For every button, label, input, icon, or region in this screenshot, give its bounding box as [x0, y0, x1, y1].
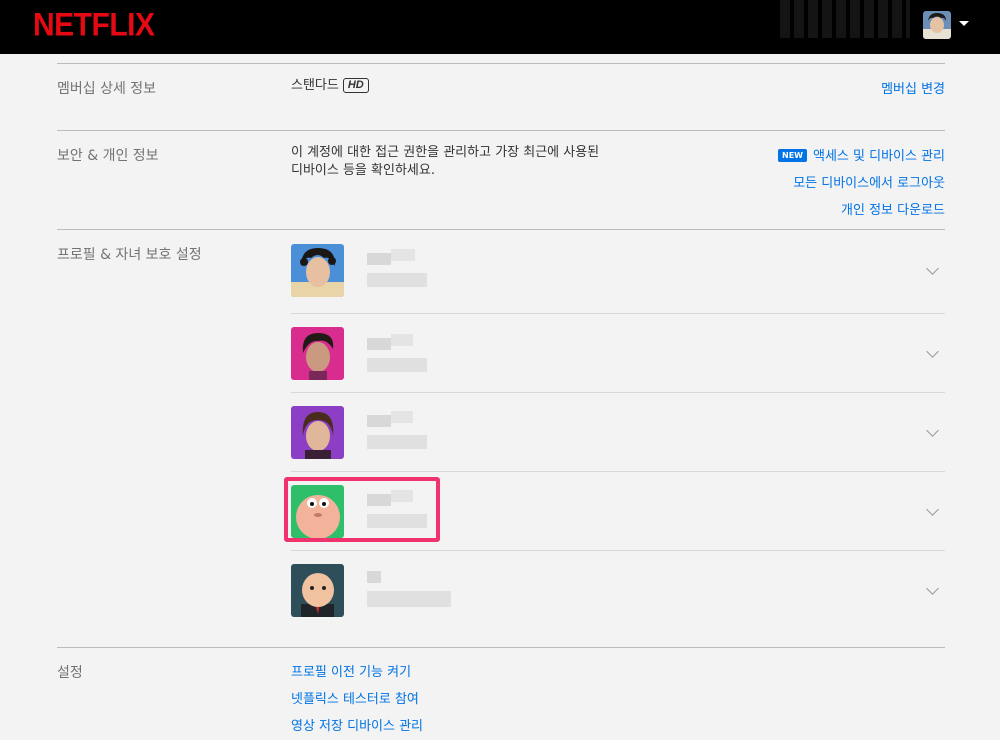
profile-row[interactable] — [291, 318, 945, 397]
security-section-title: 보안 & 개인 정보 — [57, 148, 159, 164]
netflix-logo[interactable]: NETFLIX — [33, 8, 155, 45]
download-devices-link[interactable]: 영상 저장 디바이스 관리 — [291, 715, 423, 734]
security-description-line2: 디바이스 등을 확인하세요. — [291, 163, 435, 178]
profile-row[interactable] — [291, 235, 945, 314]
blurred-header-text — [780, 0, 910, 38]
caret-down-icon[interactable] — [959, 21, 969, 26]
test-participation-link[interactable]: 넷플릭스 테스터로 참여 — [291, 688, 419, 707]
membership-section-title: 멤버십 상세 정보 — [57, 81, 157, 97]
manage-access-devices-label: 액세스 및 디바이스 관리 — [813, 149, 945, 164]
divider — [57, 63, 945, 64]
divider — [57, 647, 945, 648]
chevron-down-icon[interactable] — [926, 503, 939, 516]
blurred-profile-name — [357, 324, 467, 390]
profile-divider — [291, 471, 945, 472]
security-description-line1: 이 계정에 대한 접근 권한을 관리하고 가장 최근에 사용된 — [291, 145, 600, 160]
divider — [57, 229, 945, 230]
boss-baby-avatar — [291, 564, 344, 617]
chevron-down-icon[interactable] — [926, 345, 939, 358]
divider — [57, 130, 945, 131]
blurred-profile-name — [357, 403, 467, 469]
plan-label: 스탠다드 — [291, 78, 339, 93]
download-personal-info-link[interactable]: 개인 정보 다운로드 — [841, 199, 945, 218]
sign-out-all-devices-link[interactable]: 모든 디바이스에서 로그아웃 — [793, 172, 945, 191]
profile-divider — [291, 313, 945, 314]
selected-profile-highlight — [284, 477, 440, 542]
new-badge: NEW — [778, 149, 807, 162]
curly-hair-boy-avatar — [291, 244, 344, 297]
profile-row[interactable] — [291, 555, 945, 634]
profile-avatar-icon[interactable] — [923, 11, 951, 39]
change-plan-link[interactable]: 멤버십 변경 — [881, 78, 945, 97]
blurred-profile-name — [357, 241, 467, 307]
chevron-down-icon[interactable] — [926, 262, 939, 275]
settings-section-title: 설정 — [57, 665, 83, 681]
short-hair-woman-pink-avatar — [291, 327, 344, 380]
chevron-down-icon[interactable] — [926, 424, 939, 437]
profiles-section-title: 프로필 & 자녀 보호 설정 — [57, 247, 202, 263]
chevron-down-icon[interactable] — [926, 582, 939, 595]
profile-divider — [291, 392, 945, 393]
profile-transfer-link[interactable]: 프로필 이전 기능 켜기 — [291, 661, 411, 680]
plan-name: 스탠다드 HD — [291, 77, 369, 95]
blurred-profile-name — [357, 561, 467, 627]
manage-access-devices-link[interactable]: NEW 액세스 및 디바이스 관리 — [778, 145, 945, 164]
hd-badge: HD — [342, 78, 369, 93]
top-nav: NETFLIX — [0, 0, 1000, 54]
girl-purple-avatar — [291, 406, 344, 459]
profile-row[interactable] — [291, 397, 945, 476]
profile-divider — [291, 550, 945, 551]
